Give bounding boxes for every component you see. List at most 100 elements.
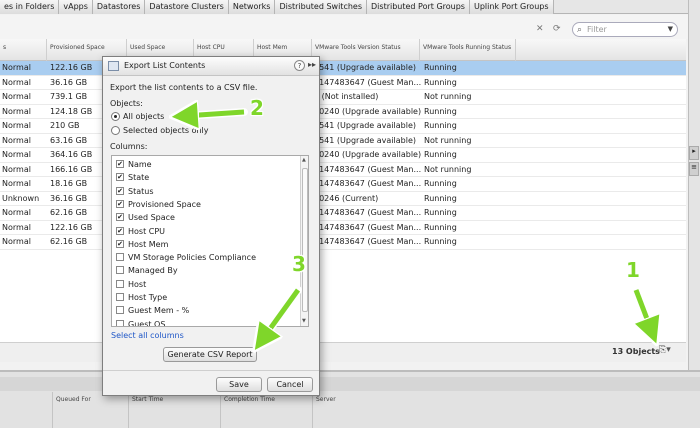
tab-networks[interactable]: Networks xyxy=(228,0,276,14)
table-cell: 2147483647 (Guest Man... xyxy=(314,77,422,87)
selected-objects-label[interactable]: Selected objects only xyxy=(123,126,209,135)
export-list-dialog: Export List Contents ? ▸▸ Export the lis… xyxy=(102,56,320,396)
table-cell: 10240 (Upgrade available) xyxy=(314,106,422,116)
cancel-button[interactable]: Cancel xyxy=(267,377,313,392)
tab-datastore-clusters[interactable]: Datastore Clusters xyxy=(145,0,229,14)
checked-checkbox[interactable]: ✔ xyxy=(116,239,124,248)
col-header-completion-time[interactable]: Completion Time xyxy=(224,396,275,403)
tab-templates-in-folders[interactable]: es in Folders xyxy=(0,0,60,14)
column-option-label: VM Storage Policies Compliance xyxy=(128,253,256,263)
table-cell: 36.16 GB xyxy=(50,193,88,203)
expand-icon[interactable]: ▸▸ xyxy=(308,60,316,69)
divider xyxy=(128,392,129,428)
tab-distributed-switches[interactable]: Distributed Switches xyxy=(275,0,368,14)
list-scrollbar[interactable]: ▲ ▼ xyxy=(300,156,308,326)
column-option-label: Host Mem xyxy=(128,239,169,249)
column-option-label: Provisioned Space xyxy=(128,199,201,209)
export-icon[interactable]: ⎘▾ xyxy=(659,345,677,358)
column-option-label: State xyxy=(128,173,150,183)
table-cell: 62.16 GB xyxy=(50,237,88,246)
column-option-label: Used Space xyxy=(128,213,175,223)
table-cell: 62.16 GB xyxy=(50,208,88,217)
table-cell: 2147483647 (Guest Man... xyxy=(314,179,422,188)
select-all-columns-link[interactable]: Select all columns xyxy=(111,331,184,340)
help-icon[interactable]: ? xyxy=(294,60,305,71)
col-header-start-time[interactable]: Start Time xyxy=(132,396,163,403)
checked-checkbox[interactable]: ✔ xyxy=(116,226,124,235)
dialog-title-bar[interactable]: Export List Contents ? ▸▸ xyxy=(103,57,319,76)
panel-toggle-icon[interactable]: ≡ xyxy=(689,162,699,176)
all-objects-label[interactable]: All objects xyxy=(123,112,164,121)
table-cell: Running xyxy=(424,121,457,130)
unchecked-checkbox[interactable] xyxy=(116,306,124,315)
col-header-server[interactable]: Server xyxy=(316,396,336,403)
table-cell: 10246 (Current) xyxy=(314,193,379,203)
table-cell: 122.16 GB xyxy=(50,63,93,72)
table-cell: 10240 (Upgrade available) xyxy=(314,150,422,159)
filter-placeholder: Filter xyxy=(587,25,607,34)
tab-vapps[interactable]: vApps xyxy=(59,0,93,14)
chevron-down-icon[interactable]: ▼ xyxy=(668,25,673,33)
generate-csv-button[interactable]: Generate CSV Report xyxy=(163,347,257,362)
selected-objects-radio[interactable] xyxy=(111,126,120,135)
table-cell: 36.16 GB xyxy=(50,77,88,87)
column-option-label: Host xyxy=(128,279,147,289)
table-cell: Normal xyxy=(2,222,31,232)
unchecked-checkbox[interactable] xyxy=(116,266,124,275)
column-option-label: Name xyxy=(128,160,152,169)
table-cell: 210 GB xyxy=(50,121,80,130)
all-objects-radio[interactable] xyxy=(111,112,120,121)
collapse-panel-icon[interactable]: ▸ xyxy=(689,146,699,160)
unchecked-checkbox[interactable] xyxy=(116,293,124,301)
col-header-state[interactable]: s xyxy=(0,39,47,61)
tab-uplink-port-groups[interactable]: Uplink Port Groups xyxy=(469,0,554,14)
table-cell: 739.1 GB xyxy=(50,92,88,101)
table-cell: Normal xyxy=(2,106,31,116)
unchecked-checkbox[interactable] xyxy=(116,319,124,326)
objects-label: Objects: xyxy=(110,99,143,108)
table-cell: Running xyxy=(424,106,457,116)
checked-checkbox[interactable]: ✔ xyxy=(116,160,124,168)
divider xyxy=(312,392,313,428)
unchecked-checkbox[interactable] xyxy=(116,279,124,288)
checked-checkbox[interactable]: ✔ xyxy=(116,199,124,208)
annotation-badge-1: 1 xyxy=(626,258,640,282)
col-header-queued-for[interactable]: Queued For xyxy=(56,396,91,403)
column-option-label: Status xyxy=(128,186,154,196)
filter-input[interactable]: ⌕ Filter ▼ xyxy=(572,22,678,37)
table-cell: Normal xyxy=(2,208,31,217)
table-cell: 18.16 GB xyxy=(50,179,88,188)
tab-distributed-port-groups[interactable]: Distributed Port Groups xyxy=(367,0,470,14)
col-header-tools-running[interactable]: VMware Tools Running Status xyxy=(420,39,516,61)
table-cell: 364.16 GB xyxy=(50,150,93,159)
save-button[interactable]: Save xyxy=(216,377,262,392)
table-cell: Running xyxy=(424,193,457,203)
checked-checkbox[interactable]: ✔ xyxy=(116,173,124,182)
checked-checkbox[interactable]: ✔ xyxy=(116,213,124,222)
columns-list: ✔ Name ✔ State ✔ Status ✔ Provisioned Space ✔ Use… xyxy=(111,155,309,327)
divider xyxy=(52,392,53,428)
refresh-icon[interactable]: ⟳ xyxy=(553,24,561,34)
table-cell: 2147483647 (Guest Man... xyxy=(314,164,422,174)
table-cell: Normal xyxy=(2,164,31,174)
table-cell: 9541 (Upgrade available) xyxy=(314,135,416,145)
scroll-thumb[interactable] xyxy=(302,168,308,312)
table-cell: Normal xyxy=(2,121,31,130)
dialog-icon xyxy=(108,61,119,71)
checked-checkbox[interactable]: ✔ xyxy=(116,186,124,195)
col-header-tools-version[interactable]: VMware Tools Version Status xyxy=(312,39,420,61)
column-option-label: Host Type xyxy=(128,293,168,302)
scroll-down-icon[interactable]: ▼ xyxy=(302,318,306,324)
table-cell: Running xyxy=(424,77,457,87)
right-panel-strip: ▸ ≡ xyxy=(688,0,700,370)
table-cell: 122.16 GB xyxy=(50,222,93,232)
table-cell: 63.16 GB xyxy=(50,135,88,145)
tab-datastores[interactable]: Datastores xyxy=(92,0,146,14)
unchecked-checkbox[interactable] xyxy=(116,253,124,262)
scroll-up-icon[interactable]: ▲ xyxy=(302,157,306,163)
clear-filter-icon[interactable]: ✕ xyxy=(536,24,544,34)
divider xyxy=(220,392,221,428)
annotation-badge-3: 3 xyxy=(292,252,306,276)
column-option-label: Managed By xyxy=(128,266,178,276)
dialog-title: Export List Contents xyxy=(124,61,206,70)
